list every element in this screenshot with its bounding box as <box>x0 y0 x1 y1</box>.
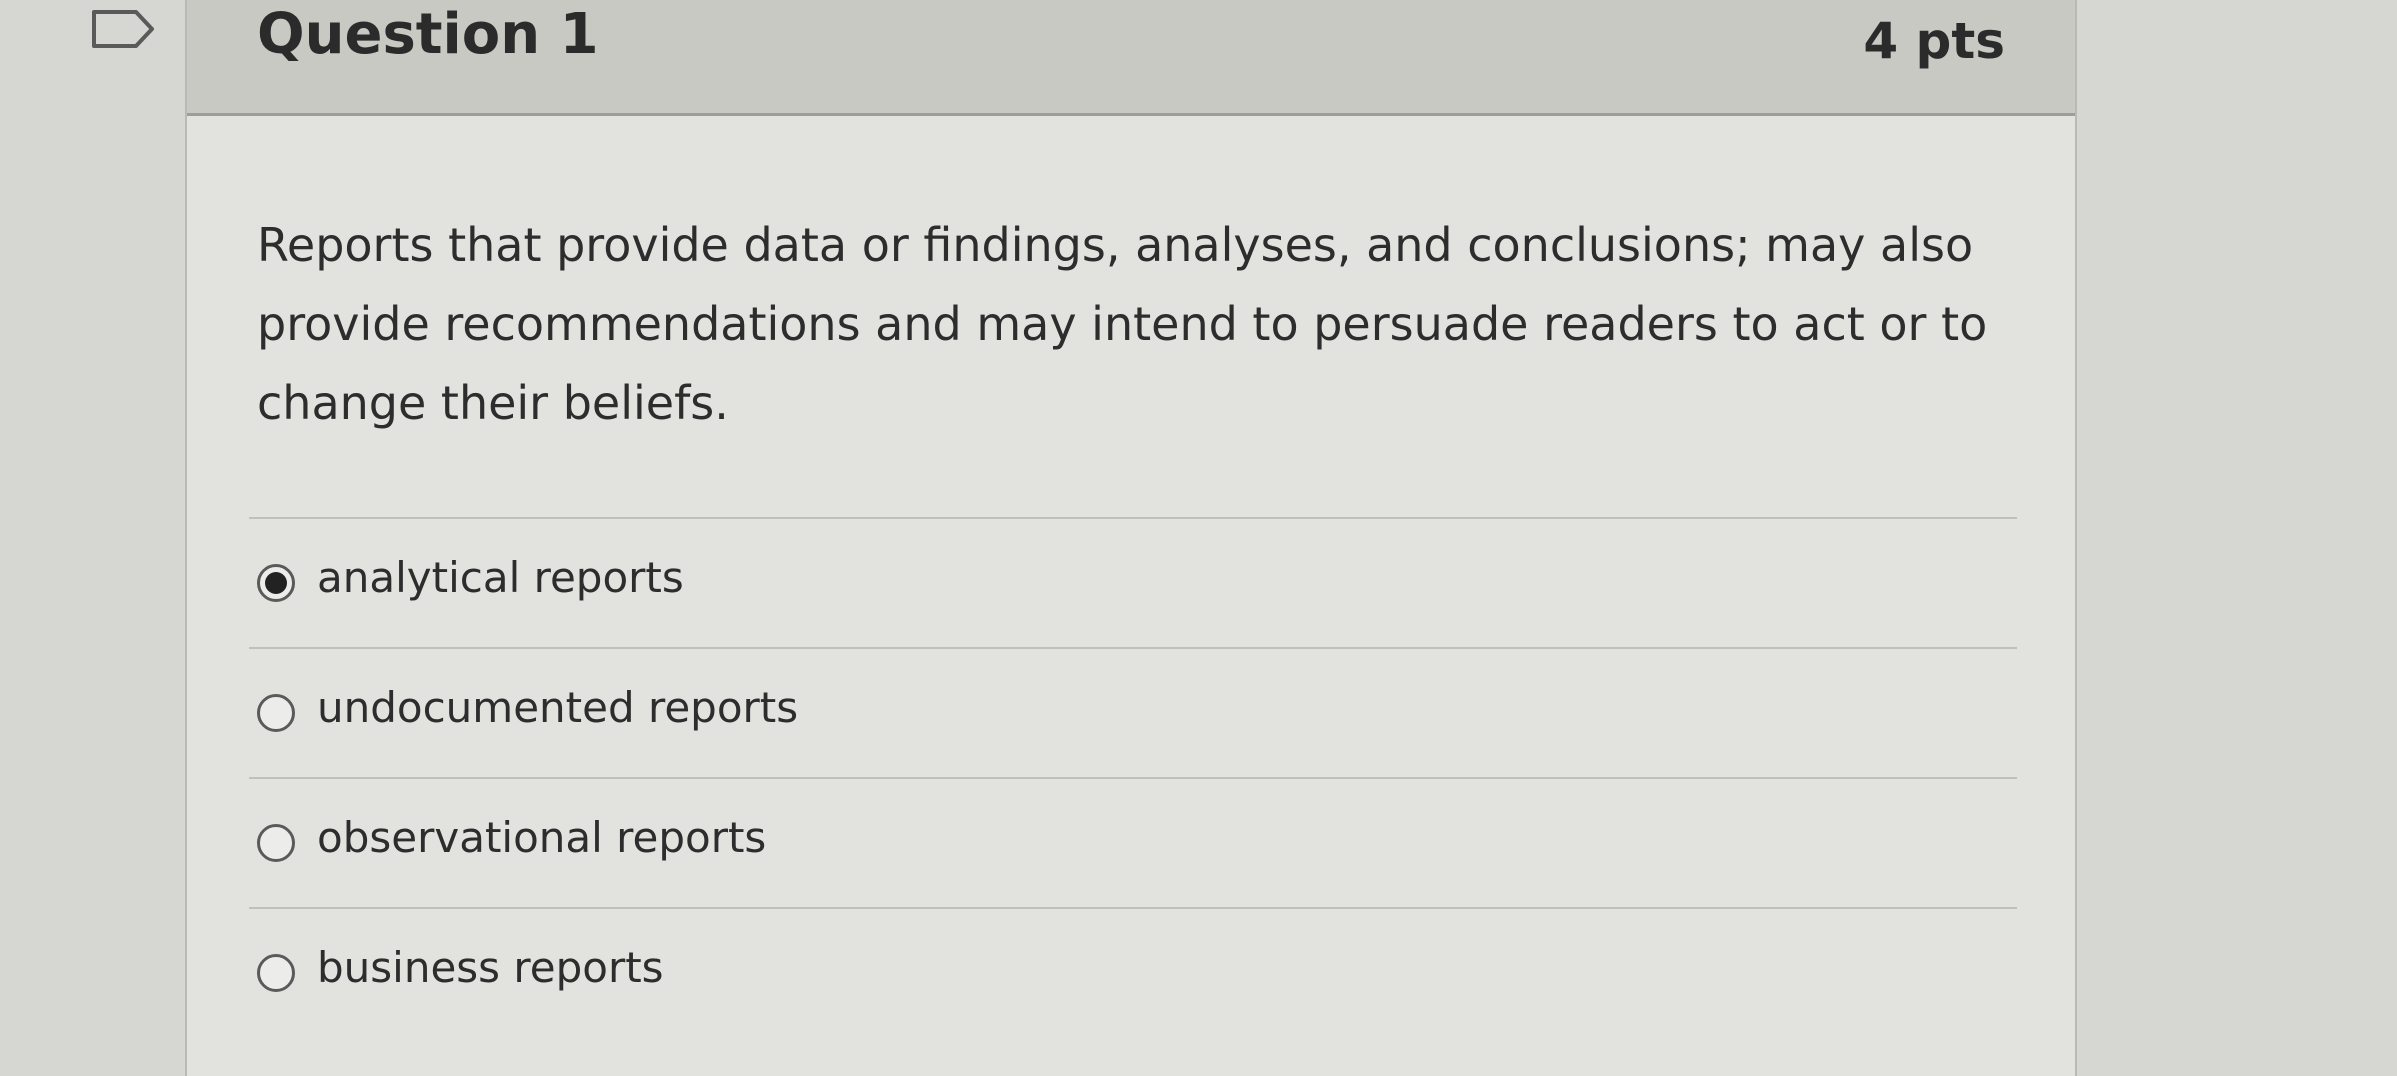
flag-question-icon[interactable] <box>90 8 158 50</box>
answer-option-observational[interactable]: observational reports <box>249 779 2017 909</box>
answer-label[interactable]: business reports <box>317 943 664 992</box>
question-header: Question 1 4 pts <box>187 0 2075 116</box>
answer-option-undocumented[interactable]: undocumented reports <box>249 649 2017 779</box>
radio-button[interactable] <box>257 954 295 992</box>
answer-list: analytical reports undocumented reports … <box>249 517 2017 1039</box>
answer-label[interactable]: observational reports <box>317 813 766 862</box>
question-text: Reports that provide data or findings, a… <box>257 218 1988 430</box>
radio-button[interactable] <box>257 694 295 732</box>
question-points: 4 pts <box>1863 12 2005 70</box>
answer-option-business[interactable]: business reports <box>249 909 2017 1039</box>
question-card: Question 1 4 pts Reports that provide da… <box>185 0 2077 1076</box>
answer-option-analytical[interactable]: analytical reports <box>249 519 2017 649</box>
radio-button[interactable] <box>257 824 295 862</box>
answer-label[interactable]: analytical reports <box>317 553 684 602</box>
question-title: Question 1 <box>257 2 599 67</box>
answer-label[interactable]: undocumented reports <box>317 683 798 732</box>
radio-button-selected[interactable] <box>257 564 295 602</box>
